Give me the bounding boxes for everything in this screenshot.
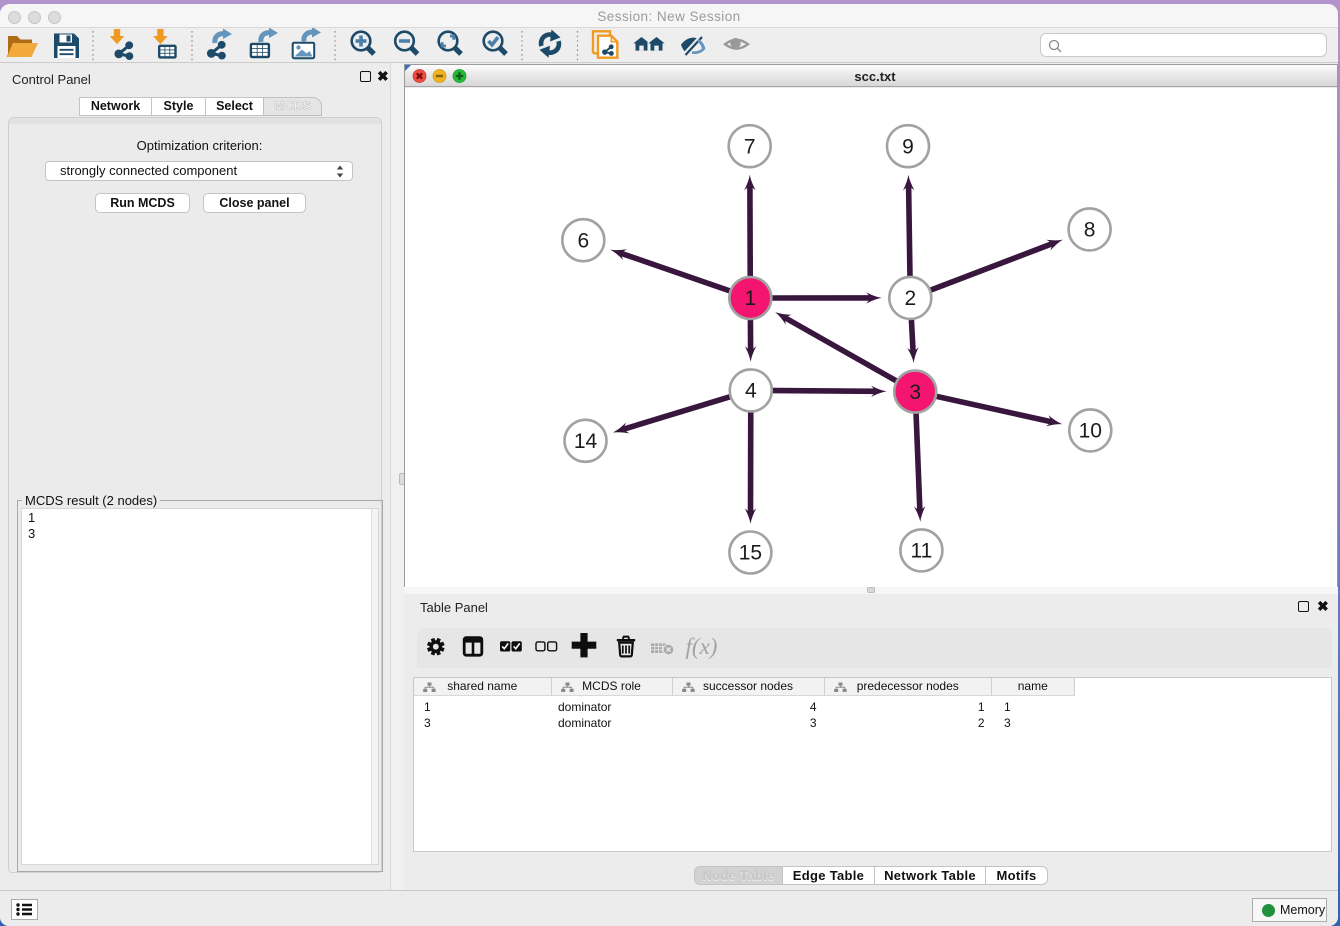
svg-text:14: 14 [574, 430, 598, 453]
svg-text:15: 15 [739, 542, 762, 565]
svg-text:7: 7 [744, 135, 756, 158]
svg-text:4: 4 [745, 380, 757, 403]
svg-text:9: 9 [902, 135, 914, 158]
svg-text:11: 11 [910, 540, 932, 563]
svg-text:1: 1 [744, 287, 756, 310]
svg-text:8: 8 [1084, 219, 1096, 242]
svg-text:f(x): f(x) [686, 634, 718, 659]
svg-text:10: 10 [1079, 420, 1102, 443]
svg-text:6: 6 [577, 229, 589, 252]
svg-text:3: 3 [909, 381, 921, 404]
svg-text:2: 2 [904, 287, 916, 310]
